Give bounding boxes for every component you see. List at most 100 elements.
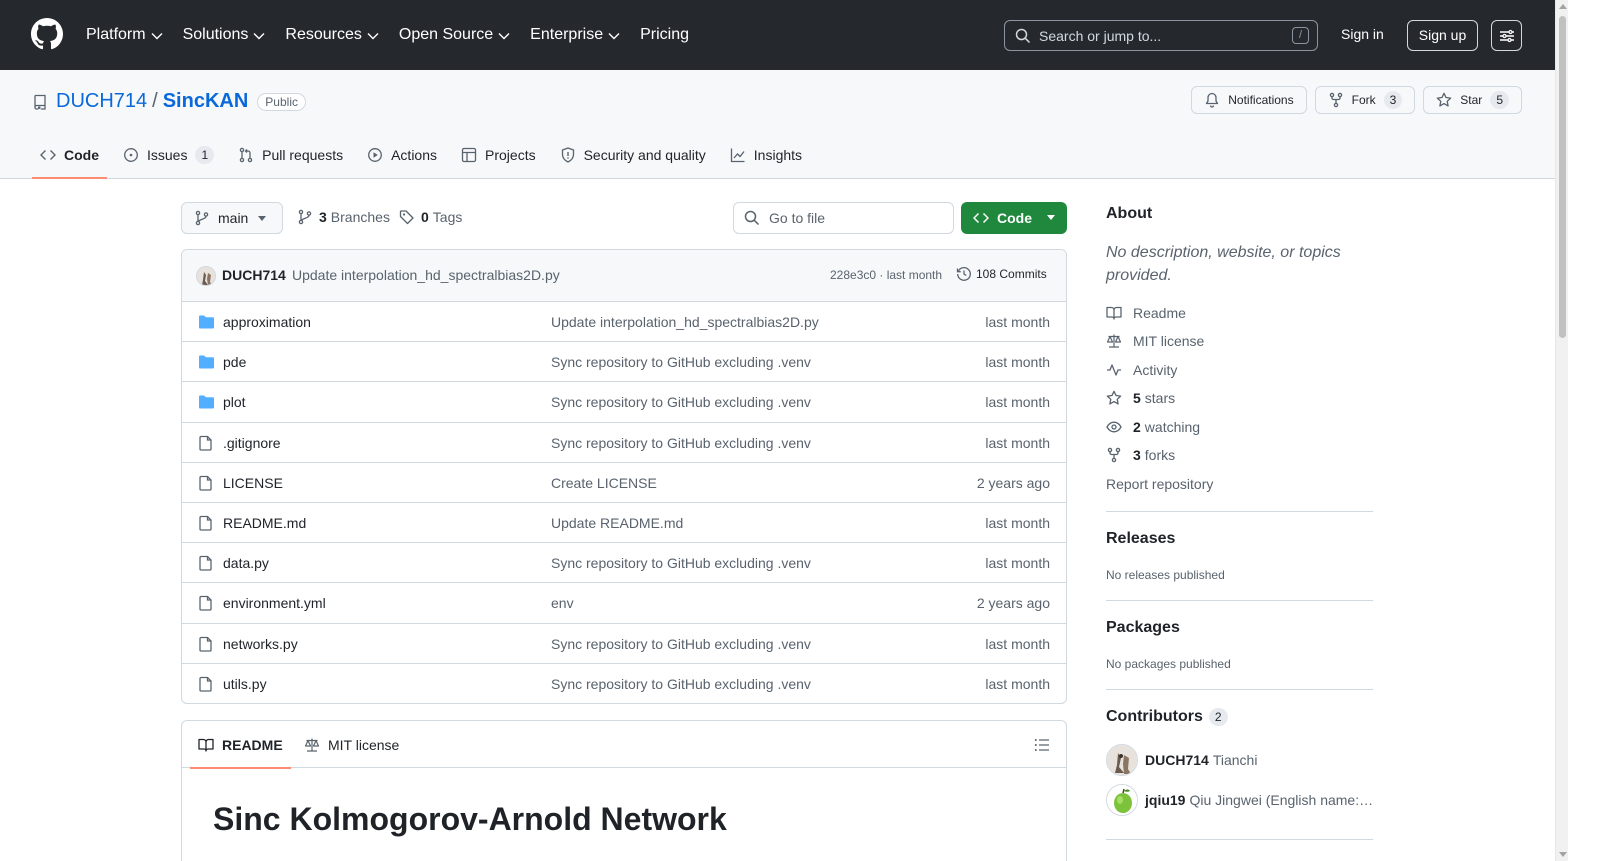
file-commit-link[interactable]: Sync repository to GitHub excluding .ven… [551, 435, 811, 451]
caret-down-icon [258, 216, 266, 221]
packages-heading[interactable]: Packages [1106, 619, 1180, 637]
file-commit-link[interactable]: Sync repository to GitHub excluding .ven… [551, 394, 811, 410]
file-name-link[interactable]: networks.py [223, 636, 298, 652]
scroll-down-arrow-icon[interactable] [1559, 852, 1567, 857]
issue-icon [124, 148, 138, 162]
license-link[interactable]: MIT license [1106, 333, 1204, 349]
file-icon [199, 676, 212, 692]
fork-button[interactable]: Fork 3 [1314, 86, 1416, 114]
watching-link[interactable]: 2 watching [1106, 419, 1200, 435]
stars-link[interactable]: 5 stars [1106, 390, 1175, 406]
file-name-link[interactable]: .gitignore [223, 435, 281, 451]
file-name-link[interactable]: LICENSE [223, 475, 283, 491]
table-row: utils.py Sync repository to GitHub exclu… [182, 664, 1066, 703]
file-icon [199, 515, 212, 531]
branch-name: main [218, 210, 249, 226]
report-repository-link[interactable]: Report repository [1106, 476, 1213, 492]
tab-code[interactable]: Code [32, 132, 107, 179]
chevron-down-icon [253, 33, 265, 40]
tab-insights[interactable]: Insights [722, 132, 810, 178]
tab-pull-requests[interactable]: Pull requests [230, 132, 351, 178]
vertical-scrollbar[interactable] [1555, 0, 1568, 861]
file-name-link[interactable]: README.md [223, 515, 306, 531]
file-name-link[interactable]: data.py [223, 555, 269, 571]
commit-message-link[interactable]: Update interpolation_hd_spectralbias2D.p… [292, 267, 560, 283]
github-logo-icon[interactable] [31, 18, 63, 50]
readme-link[interactable]: Readme [1106, 305, 1186, 321]
releases-heading[interactable]: Releases [1106, 530, 1175, 548]
contributor-item[interactable]: jqiu19 Qiu Jingwei (English name: … [1106, 784, 1374, 816]
go-to-file-input[interactable]: Go to file [733, 202, 954, 234]
divider [1106, 511, 1373, 512]
global-search-input[interactable]: Search or jump to... / [1004, 20, 1318, 51]
tab-actions[interactable]: Actions [359, 132, 445, 178]
branch-selector-button[interactable]: main [181, 202, 283, 234]
notifications-button[interactable]: Notifications [1191, 86, 1307, 114]
file-commit-link[interactable]: Sync repository to GitHub excluding .ven… [551, 636, 811, 652]
file-name-link[interactable]: utils.py [223, 676, 267, 692]
avatar[interactable] [196, 266, 216, 286]
forks-link[interactable]: 3 forks [1106, 447, 1175, 463]
tab-label: Security and quality [583, 147, 706, 163]
file-name-link[interactable]: environment.yml [223, 595, 326, 611]
file-commit-link[interactable]: Sync repository to GitHub excluding .ven… [551, 555, 811, 571]
nav-open-source[interactable]: Open Source [399, 26, 510, 44]
sign-up-button[interactable]: Sign up [1407, 20, 1478, 51]
chevron-down-icon [608, 33, 620, 40]
nav-solutions[interactable]: Solutions [183, 26, 266, 44]
file-commit-link[interactable]: Update README.md [551, 515, 683, 531]
file-name-link[interactable]: approximation [223, 314, 311, 330]
nav-enterprise[interactable]: Enterprise [530, 26, 620, 44]
file-name-link[interactable]: plot [223, 394, 246, 410]
eye-icon [1106, 421, 1122, 433]
tab-issues[interactable]: Issues 1 [115, 132, 222, 178]
avatar [1106, 784, 1138, 816]
commit-hash-link[interactable]: 228e3c0 · last month [830, 268, 942, 282]
file-commit-link[interactable]: Create LICENSE [551, 475, 657, 491]
branches-link[interactable]: 3 Branches [297, 209, 390, 225]
commits-history-link[interactable]: 108 Commits [956, 266, 1047, 282]
scrollbar-thumb[interactable] [1559, 16, 1566, 338]
sign-in-link[interactable]: Sign in [1341, 26, 1384, 42]
scroll-up-arrow-icon[interactable] [1559, 4, 1567, 9]
tags-link[interactable]: 0 Tags [399, 209, 462, 225]
code-icon [40, 150, 56, 160]
outline-list-icon[interactable] [1034, 737, 1050, 753]
file-commit-link[interactable]: env [551, 595, 574, 611]
contributor-item[interactable]: DUCH714 Tianchi [1106, 744, 1374, 776]
law-icon [1106, 334, 1122, 348]
stars-count: 5 [1133, 390, 1141, 406]
file-age: last month [985, 514, 1050, 531]
nav-resources[interactable]: Resources [285, 26, 379, 44]
contributors-title: Contributors [1106, 708, 1203, 725]
file-commit-link[interactable]: Sync repository to GitHub excluding .ven… [551, 676, 811, 692]
tab-projects[interactable]: Projects [453, 132, 544, 178]
file-name-link[interactable]: pde [223, 354, 246, 370]
repo-name-link[interactable]: SincKAN [163, 90, 249, 113]
tab-readme[interactable]: README [190, 721, 291, 769]
code-dropdown-button[interactable]: Code [961, 202, 1067, 234]
nav-label: Open Source [398, 26, 494, 43]
menu-button[interactable] [1491, 20, 1522, 51]
file-commit-link[interactable]: Update interpolation_hd_spectralbias2D.p… [551, 314, 819, 330]
code-button-label: Code [997, 210, 1032, 226]
file-commit-link[interactable]: Sync repository to GitHub excluding .ven… [551, 354, 811, 370]
tab-security[interactable]: Security and quality [552, 132, 714, 178]
activity-link[interactable]: Activity [1106, 362, 1177, 378]
nav-platform[interactable]: Platform [86, 26, 163, 44]
packages-note: No packages published [1106, 657, 1231, 671]
commit-author-link[interactable]: DUCH714 [222, 267, 286, 283]
issues-count: 1 [195, 146, 215, 164]
star-label: Star [1460, 93, 1483, 107]
search-placeholder: Search or jump to... [1039, 27, 1162, 44]
table-row: pde Sync repository to GitHub excluding … [182, 342, 1066, 383]
chevron-down-icon [151, 33, 163, 40]
star-button[interactable]: Star 5 [1423, 86, 1522, 114]
contributor-name: Tianchi [1212, 752, 1258, 768]
nav-pricing[interactable]: Pricing [640, 26, 689, 44]
tab-license[interactable]: MIT license [304, 721, 399, 768]
file-icon [199, 555, 212, 571]
repo-owner-link[interactable]: DUCH714 [56, 90, 147, 113]
contributors-heading[interactable]: Contributors 2 [1106, 708, 1228, 726]
branches-count: 3 [319, 209, 327, 225]
